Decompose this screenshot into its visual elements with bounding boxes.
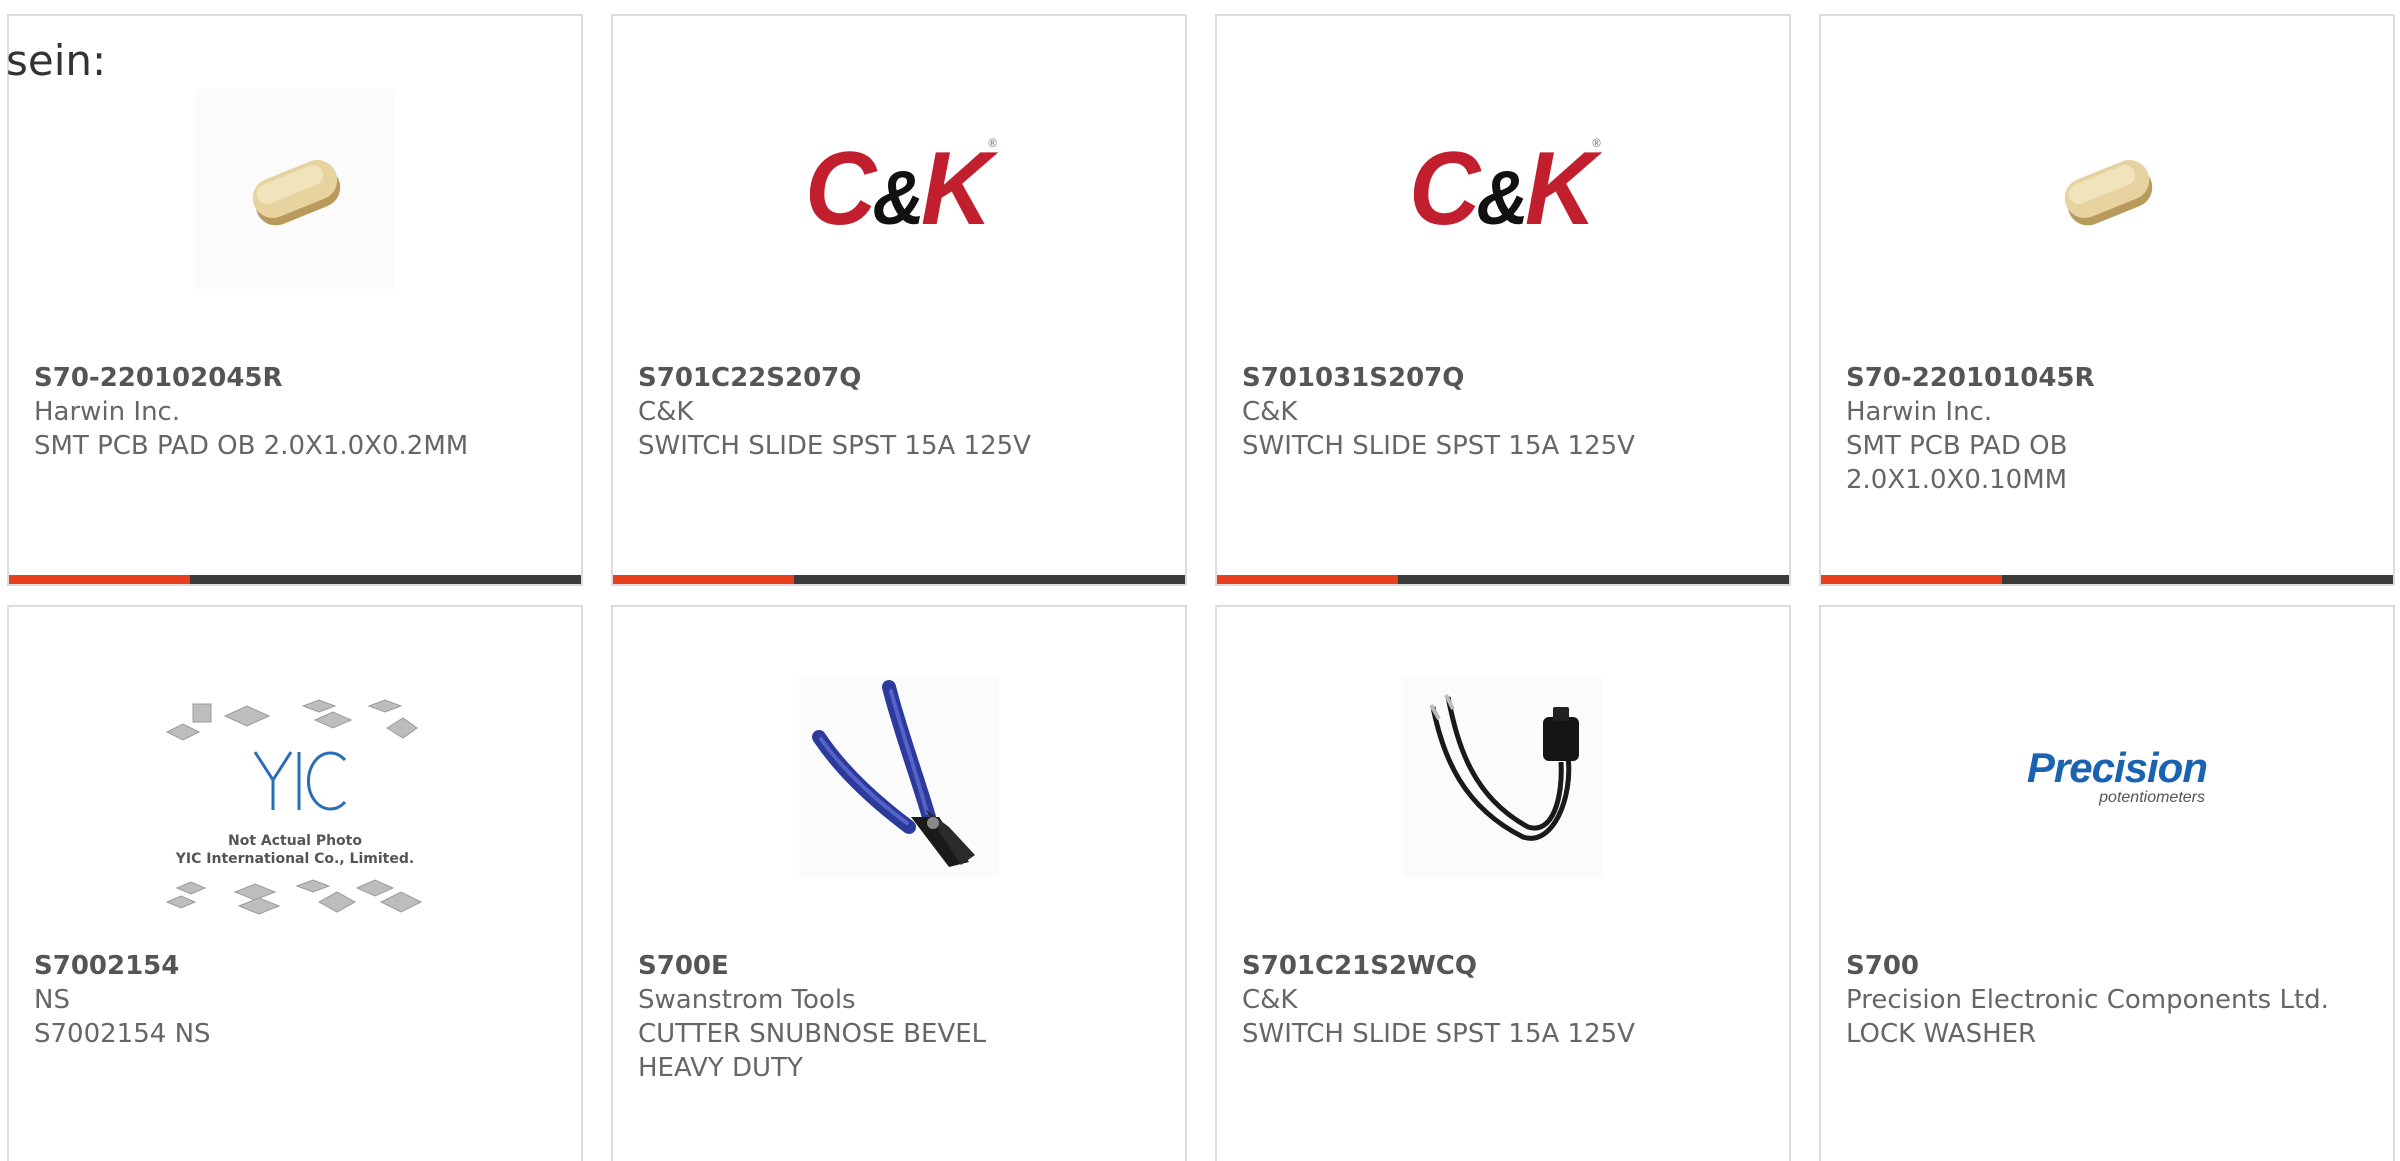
manufacturer: NS (34, 985, 70, 1015)
card-progress-bar (9, 575, 581, 584)
manufacturer: Harwin Inc. (34, 397, 181, 427)
product-card[interactable]: Precision potentiometers S700 Precision … (1819, 605, 2395, 1161)
part-number[interactable]: S700 (1846, 949, 2373, 983)
product-image[interactable]: C&K® (1403, 89, 1603, 289)
product-image[interactable] (195, 89, 395, 289)
part-number[interactable]: S7002154 (34, 949, 561, 983)
manufacturer: Swanstrom Tools (638, 985, 856, 1015)
card-progress-fill (613, 575, 794, 584)
product-image[interactable] (799, 677, 999, 877)
description: SWITCH SLIDE SPST 15A 125V (1242, 431, 1635, 461)
description: SMT PCB PAD OB 2.0X1.0X0.2MM (34, 431, 469, 461)
card-progress-bar (613, 575, 1185, 584)
gold-pad-icon (195, 89, 395, 289)
card-progress-fill (9, 575, 190, 584)
product-card[interactable]: S700E Swanstrom Tools CUTTER SNUBNOSE BE… (611, 605, 1187, 1161)
manufacturer: C&K (1242, 397, 1298, 427)
product-card[interactable]: Not Actual Photo YIC International Co., … (7, 605, 583, 1161)
product-card[interactable]: S70-220102045R Harwin Inc. SMT PCB PAD O… (7, 14, 583, 586)
manufacturer: Precision Electronic Components Ltd. (1846, 985, 2329, 1015)
precision-logo-subtext: potentiometers (2099, 789, 2205, 806)
product-card[interactable]: S70-220101045R Harwin Inc. SMT PCB PAD O… (1819, 14, 2395, 586)
card-progress-fill (1821, 575, 2002, 584)
product-image[interactable] (2007, 89, 2207, 289)
description: S7002154 NS (34, 1019, 211, 1049)
wired-switch-icon (1403, 677, 1603, 877)
part-number[interactable]: S70-220101045R (1846, 361, 2373, 395)
part-number[interactable]: S701C22S207Q (638, 361, 1165, 395)
description: LOCK WASHER (1846, 1019, 2037, 1049)
card-progress-bar (1821, 575, 2393, 584)
product-card[interactable]: S701C21S2WCQ C&K SWITCH SLIDE SPST 15A 1… (1215, 605, 1791, 1161)
manufacturer: Harwin Inc. (1846, 397, 1993, 427)
product-card[interactable]: C&K® S701031S207Q C&K SWITCH SLIDE SPST … (1215, 14, 1791, 586)
yic-note-line1: Not Actual Photo (228, 833, 362, 849)
precision-logo: Precision potentiometers (2007, 744, 2208, 807)
product-image[interactable]: C&K® (799, 89, 999, 289)
precision-logo-text: Precision (2026, 744, 2208, 791)
part-number[interactable]: S70-220102045R (34, 361, 561, 395)
manufacturer: C&K (1242, 985, 1298, 1015)
manufacturer: C&K (638, 397, 694, 427)
overlay-label: sein: (6, 36, 107, 85)
product-image[interactable] (1403, 677, 1603, 877)
product-card[interactable]: C&K® S701C22S207Q C&K SWITCH SLIDE SPST … (611, 14, 1187, 586)
gold-pad-icon (2064, 160, 2153, 226)
part-number[interactable]: S701C21S2WCQ (1242, 949, 1769, 983)
cutter-icon (799, 677, 999, 877)
ck-logo: C&K® (804, 131, 997, 247)
card-progress-bar (1217, 575, 1789, 584)
description: SWITCH SLIDE SPST 15A 125V (1242, 1019, 1635, 1049)
product-image[interactable]: Precision potentiometers (2007, 677, 2208, 877)
description: SWITCH SLIDE SPST 15A 125V (638, 431, 1031, 461)
product-image[interactable]: Not Actual Photo YIC International Co., … (155, 692, 435, 932)
description: SMT PCB PAD OB 2.0X1.0X0.10MM (1846, 431, 2068, 495)
yic-placeholder-icon (165, 699, 423, 915)
part-number[interactable]: S700E (638, 949, 1165, 983)
part-number[interactable]: S701031S207Q (1242, 361, 1769, 395)
ck-logo: C&K® (1408, 131, 1601, 247)
yic-note-line2: YIC International Co., Limited. (175, 851, 415, 867)
description: CUTTER SNUBNOSE BEVEL HEAVY DUTY (638, 1019, 987, 1083)
card-progress-fill (1217, 575, 1398, 584)
